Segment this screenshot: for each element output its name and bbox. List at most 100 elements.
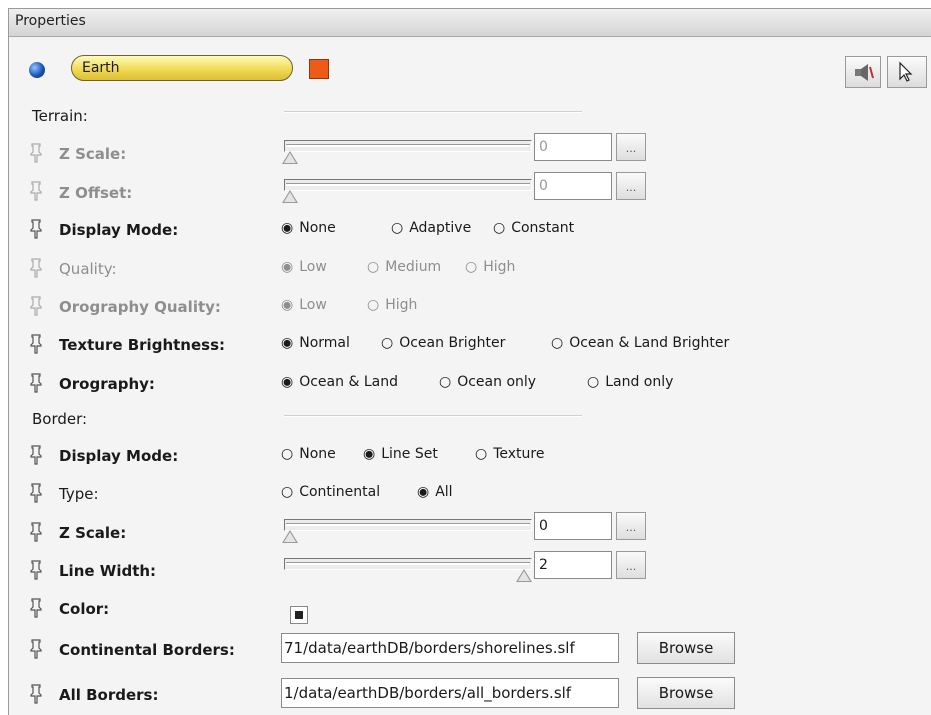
- pin-icon[interactable]: [29, 219, 43, 239]
- terrain-orography-radio-ocean-land[interactable]: ◉ Ocean & Land: [281, 375, 398, 389]
- terrain-z-scale-value-field[interactable]: 0: [534, 133, 612, 161]
- pin-icon[interactable]: [29, 445, 43, 465]
- border-type-radio-continental[interactable]: ○ Continental: [281, 485, 380, 499]
- pin-icon[interactable]: [29, 483, 43, 503]
- border-color-button[interactable]: [290, 606, 308, 624]
- border-display-mode-radio-line-set[interactable]: ◉ Line Set: [363, 447, 438, 461]
- pin-icon[interactable]: [29, 560, 43, 580]
- z-scale-label: Z Scale:: [59, 145, 127, 163]
- radio-glyph: ◉: [281, 259, 294, 275]
- slider-track[interactable]: [284, 519, 532, 531]
- window-title: Properties: [15, 13, 86, 29]
- pin-icon[interactable]: [29, 334, 43, 354]
- pin-icon[interactable]: [29, 522, 43, 542]
- line-width-label: Line Width:: [59, 562, 157, 580]
- border-z-scale-more-button[interactable]: ...: [616, 512, 646, 540]
- orography-quality-label: Orography Quality:: [59, 298, 221, 316]
- slider-thumb[interactable]: [516, 569, 532, 582]
- radio-label: Ocean only: [457, 374, 537, 390]
- border-z-scale-slider[interactable]: [282, 516, 536, 544]
- radio-label: Medium: [385, 259, 442, 275]
- terrain-quality-radio-low[interactable]: ◉ Low: [281, 260, 327, 274]
- continental-borders-path-field[interactable]: 71/data/earthDB/borders/shorelines.slf: [281, 633, 619, 663]
- layer-name-field[interactable]: Earth: [71, 55, 293, 81]
- border-z-scale-value-field[interactable]: 0: [534, 512, 612, 540]
- layer-color-swatch[interactable]: [309, 59, 329, 79]
- terrain-orography-radio-land-only[interactable]: ○ Land only: [587, 375, 673, 389]
- radio-label: Texture: [493, 446, 545, 462]
- pin-icon[interactable]: [29, 684, 43, 704]
- pin-icon[interactable]: [29, 598, 43, 618]
- terrain-display-mode-radio-none[interactable]: ◉ None: [281, 221, 336, 235]
- terrain-texture-brightness-radio-ocean-land-brighter[interactable]: ○ Ocean & Land Brighter: [551, 336, 729, 350]
- terrain-texture-brightness-radio-ocean-brighter[interactable]: ○ Ocean Brighter: [381, 336, 505, 350]
- border-type-label: Type:: [59, 485, 99, 503]
- speaker-icon: [855, 64, 874, 81]
- border-line-width-slider[interactable]: [284, 555, 536, 583]
- pointer-button[interactable]: [887, 56, 927, 88]
- terrain-quality-radio-high[interactable]: ○ High: [465, 260, 515, 274]
- properties-panel: Properties Earth Terrain: Z Scale: 0... Z …: [8, 8, 931, 715]
- radio-glyph: ○: [493, 220, 506, 236]
- pin-icon[interactable]: [29, 181, 43, 201]
- radio-label: Continental: [299, 484, 381, 500]
- continental-borders-label: Continental Borders:: [59, 641, 235, 659]
- terrain-orography-quality-radio-high[interactable]: ○ High: [367, 298, 417, 312]
- terrain-orography-radio-ocean-only[interactable]: ○ Ocean only: [439, 375, 536, 389]
- slider-thumb[interactable]: [282, 190, 298, 203]
- display-mode-label: Display Mode:: [59, 221, 179, 239]
- terrain-display-mode-radio-adaptive[interactable]: ○ Adaptive: [391, 221, 471, 235]
- radio-glyph: ○: [281, 484, 294, 500]
- slider-thumb[interactable]: [282, 530, 298, 543]
- terrain-z-scale-more-button[interactable]: ...: [616, 133, 646, 161]
- all-borders-browse-button[interactable]: Browse: [637, 677, 735, 709]
- radio-glyph: ◉: [417, 484, 430, 500]
- border-type-radio-all[interactable]: ◉ All: [417, 485, 453, 499]
- orography-label: Orography:: [59, 375, 155, 393]
- slider-track[interactable]: [284, 179, 532, 191]
- border-display-mode-radio-texture[interactable]: ○ Texture: [475, 447, 544, 461]
- terrain-orography-quality-radio-low[interactable]: ◉ Low: [281, 298, 327, 312]
- pin-icon[interactable]: [29, 258, 43, 278]
- radio-glyph: ◉: [363, 446, 376, 462]
- pin-icon[interactable]: [29, 639, 43, 659]
- terrain-z-scale-slider[interactable]: [282, 137, 536, 165]
- radio-glyph: ○: [475, 446, 488, 462]
- radio-glyph: ○: [551, 335, 564, 351]
- pin-icon[interactable]: [29, 296, 43, 316]
- titlebar: Properties: [9, 9, 931, 37]
- border-display-mode-radio-none[interactable]: ○ None: [281, 447, 336, 461]
- border-line-width-value-field[interactable]: 2: [534, 551, 612, 579]
- radio-glyph: ○: [439, 374, 452, 390]
- radio-glyph: ○: [381, 335, 394, 351]
- radio-label: Land only: [605, 374, 674, 390]
- all-borders-label: All Borders:: [59, 686, 159, 704]
- radio-label: Ocean & Land: [299, 374, 398, 390]
- radio-label: High: [385, 297, 418, 313]
- pin-icon[interactable]: [29, 373, 43, 393]
- terrain-texture-brightness-radio-normal[interactable]: ◉ Normal: [281, 336, 350, 350]
- terrain-z-offset-value-field[interactable]: 0: [534, 172, 612, 200]
- border-section-label: Border:: [32, 410, 88, 428]
- sound-button[interactable]: [845, 56, 881, 88]
- radio-glyph: ◉: [281, 335, 294, 351]
- terrain-display-mode-radio-constant[interactable]: ○ Constant: [493, 221, 574, 235]
- terrain-z-offset-more-button[interactable]: ...: [616, 172, 646, 200]
- slider-track[interactable]: [284, 558, 532, 570]
- terrain-separator: [284, 111, 582, 113]
- texture-brightness-label: Texture Brightness:: [59, 336, 225, 354]
- terrain-z-offset-slider[interactable]: [282, 176, 536, 204]
- slider-track[interactable]: [284, 140, 532, 152]
- radio-label: Normal: [299, 335, 350, 351]
- border-line-width-more-button[interactable]: ...: [616, 551, 646, 579]
- continental-borders-browse-button[interactable]: Browse: [637, 632, 735, 664]
- radio-label: None: [299, 446, 336, 462]
- terrain-quality-radio-medium[interactable]: ○ Medium: [367, 260, 441, 274]
- pin-icon[interactable]: [29, 143, 43, 163]
- border-display-mode-label: Display Mode:: [59, 447, 179, 465]
- radio-glyph: ○: [281, 446, 294, 462]
- radio-glyph: ○: [367, 259, 380, 275]
- all-borders-path-field[interactable]: 1/data/earthDB/borders/all_borders.slf: [281, 678, 619, 708]
- slider-thumb[interactable]: [282, 151, 298, 164]
- border-color-label: Color:: [59, 600, 110, 618]
